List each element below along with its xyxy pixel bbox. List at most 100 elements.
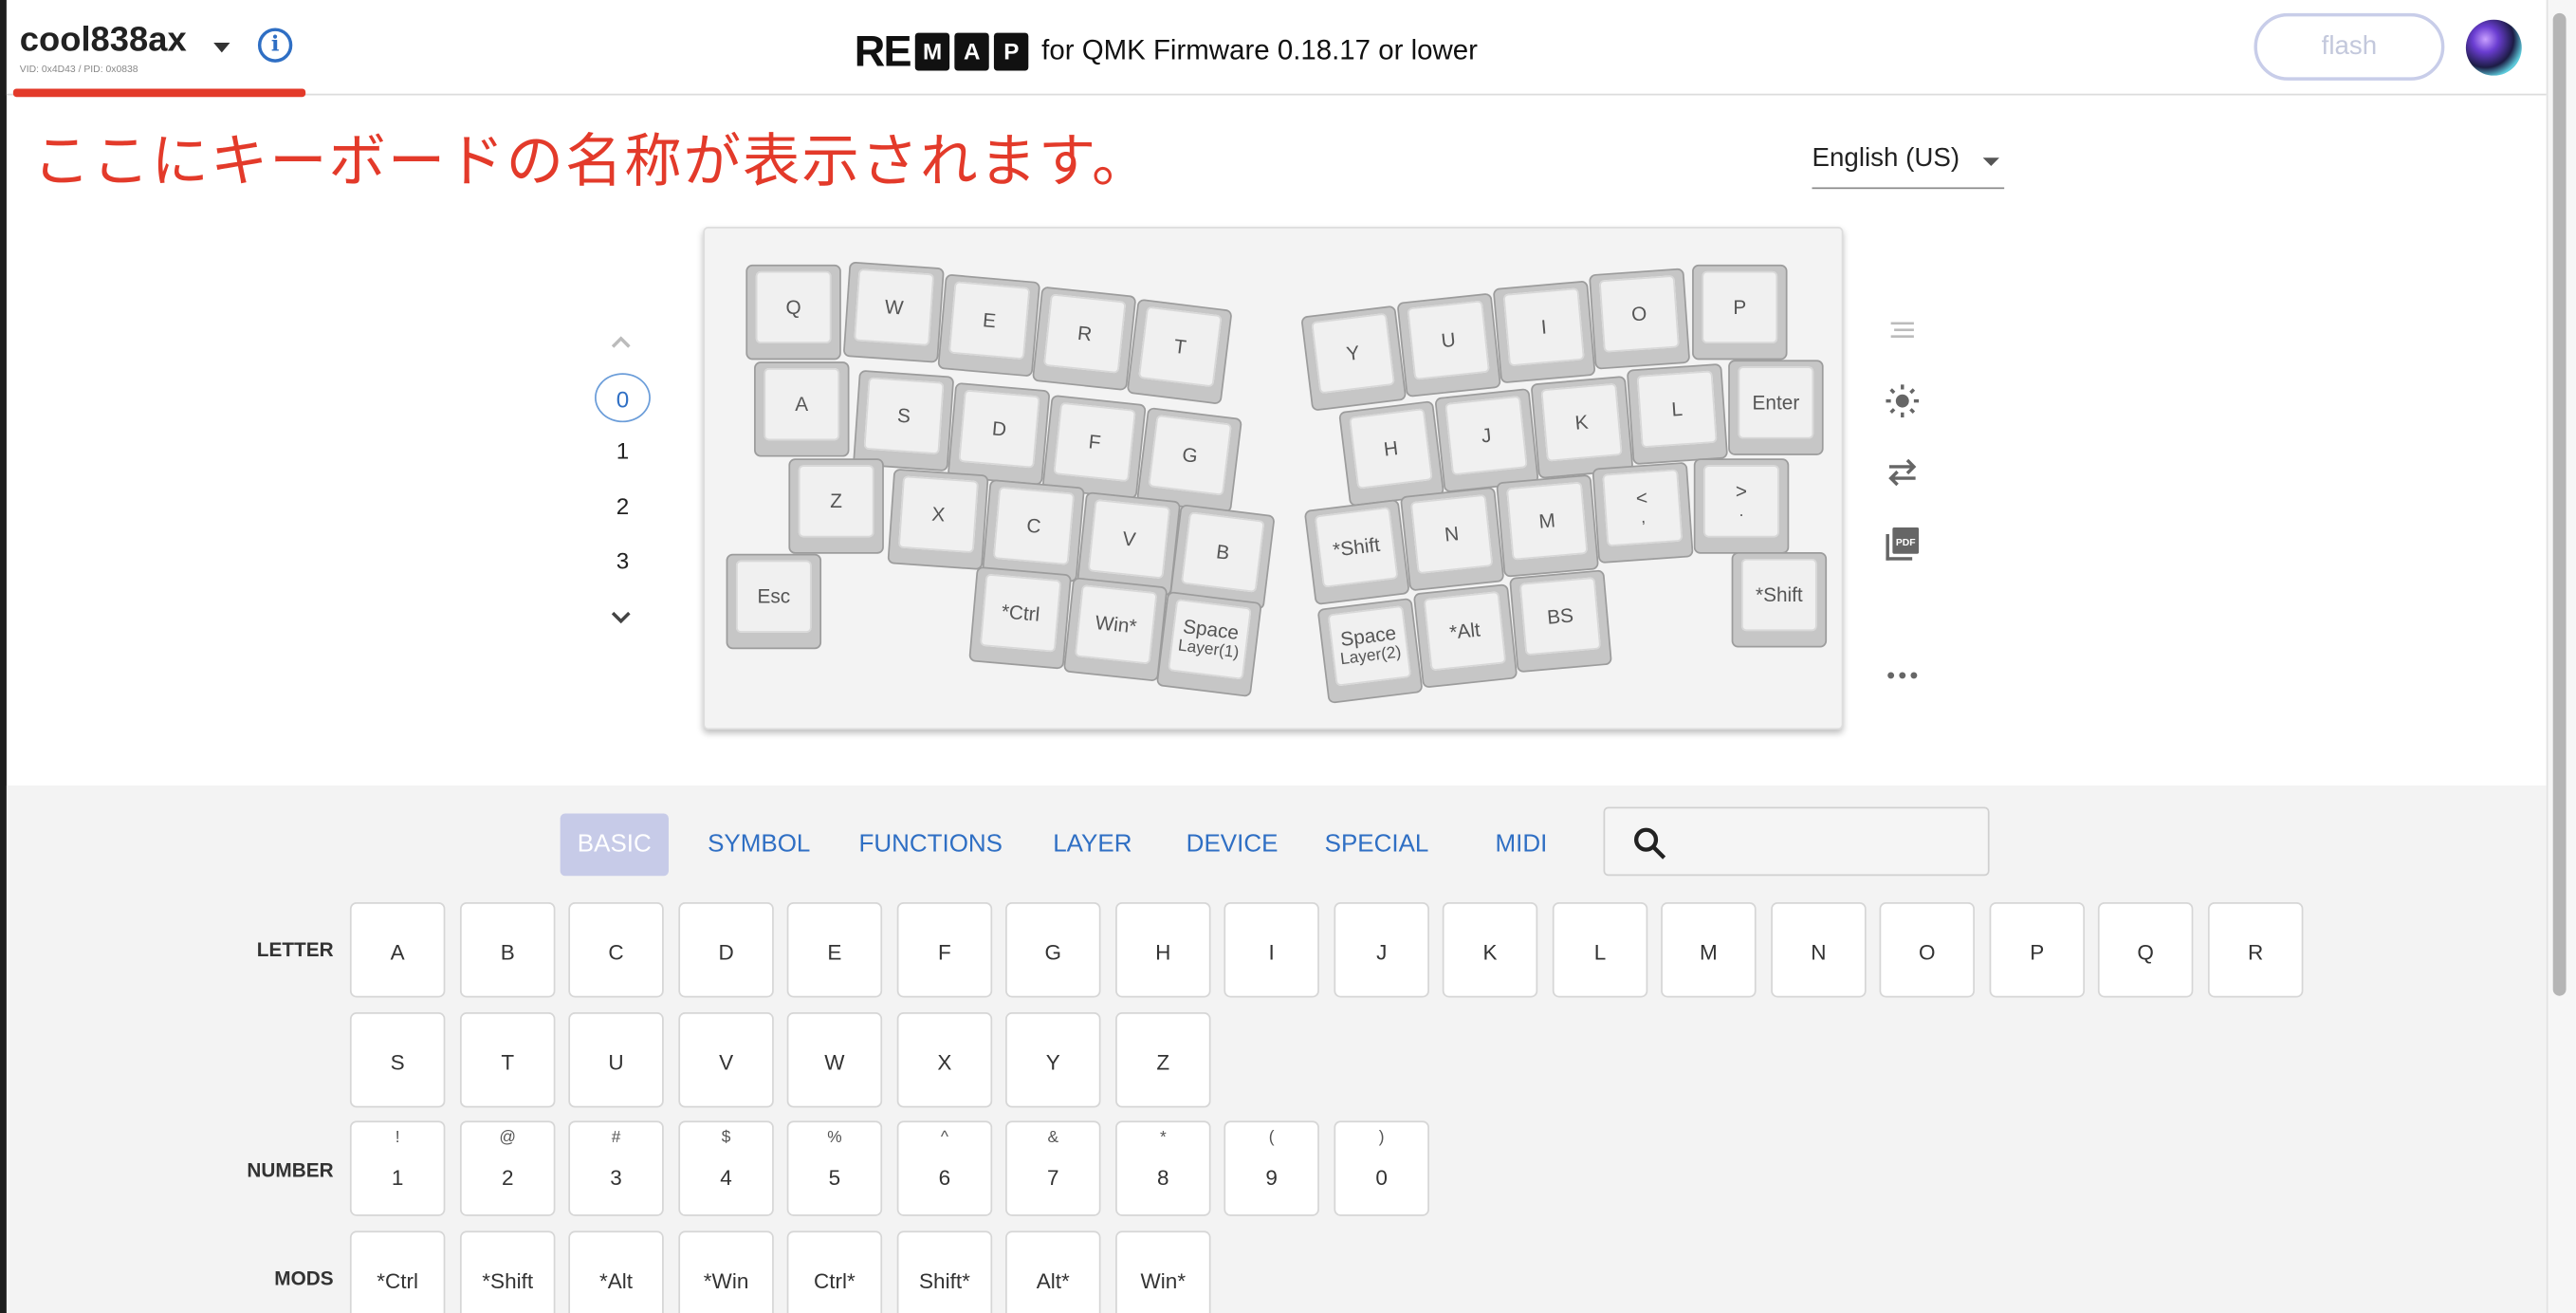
palette-key[interactable]: K [1442,901,1538,998]
palette-key[interactable]: Z [1115,1012,1211,1108]
tab-functions[interactable]: FUNCTIONS [855,813,1007,876]
palette-key[interactable]: Ctrl* [786,1230,883,1313]
layer-2-button[interactable]: 2 [595,482,651,531]
palette-key[interactable]: T [459,1012,556,1108]
palette-key[interactable]: D [678,901,774,998]
palette-key[interactable]: *Alt [568,1230,664,1313]
brightness-icon[interactable] [1881,379,1923,422]
palette-key[interactable]: #3 [568,1120,664,1216]
text-lines-icon[interactable] [1881,309,1923,352]
tab-special[interactable]: SPECIAL [1319,813,1434,876]
keycode-search[interactable] [1603,806,1990,877]
palette-key[interactable]: U [568,1012,664,1108]
palette-key[interactable]: H [1115,901,1211,998]
palette-key[interactable]: *Win [678,1230,774,1313]
keyboard-name[interactable]: cool838ax [20,22,187,62]
key[interactable]: Q [745,264,841,361]
key[interactable]: X [887,468,989,570]
palette-key[interactable]: Win* [1115,1230,1211,1313]
palette-key[interactable]: F [896,901,993,998]
tab-basic[interactable]: BASIC [560,813,669,877]
palette-key[interactable]: Y [1005,1012,1101,1108]
layer-3-button[interactable]: 3 [595,536,651,585]
palette-key[interactable]: *Ctrl [349,1230,446,1313]
palette-key[interactable]: $4 [678,1120,774,1216]
palette-key[interactable]: A [349,901,446,998]
key[interactable]: C [982,479,1085,583]
key[interactable]: N [1399,486,1505,592]
palette-key[interactable]: C [568,901,664,998]
palette-key[interactable]: E [786,901,883,998]
key[interactable]: <, [1592,461,1694,564]
key[interactable]: M [1496,473,1600,578]
key[interactable]: Space Layer(2) [1316,597,1424,704]
tab-symbol[interactable]: SYMBOL [703,813,815,876]
chevron-down-icon[interactable] [610,606,633,629]
palette-key[interactable]: ! 1 [349,1120,446,1216]
palette-key[interactable]: O [1879,901,1975,998]
key[interactable]: K [1530,375,1634,479]
palette-key[interactable]: M [1661,901,1757,998]
pdf-icon[interactable]: PDF [1881,523,1923,565]
key[interactable]: T [1126,298,1233,405]
tab-layer[interactable]: LAYER [1046,813,1138,876]
key[interactable]: P [1692,264,1788,361]
key[interactable]: A [754,361,850,457]
user-avatar[interactable] [2465,19,2522,76]
key[interactable]: F [1041,394,1147,500]
palette-key[interactable]: R [2207,901,2304,998]
key[interactable]: U [1396,292,1501,398]
key[interactable]: G [1136,407,1243,513]
flash-button[interactable]: flash [2254,12,2445,81]
key[interactable]: J [1434,388,1539,493]
key[interactable]: *Alt [1412,583,1518,689]
palette-key[interactable]: & 7 [1005,1120,1101,1216]
palette-key[interactable]: S [349,1012,446,1108]
key[interactable]: BS [1509,569,1612,674]
key[interactable]: H [1338,400,1445,508]
palette-key[interactable]: ) 0 [1334,1120,1429,1216]
palette-key[interactable]: J [1334,901,1429,998]
scrollbar-thumb[interactable] [2552,12,2567,996]
search-input[interactable] [1684,818,1977,865]
palette-key[interactable]: @2 [459,1120,556,1216]
palette-key[interactable]: G [1005,901,1101,998]
tab-midi[interactable]: MIDI [1481,813,1560,876]
key[interactable]: E [937,273,1041,378]
key[interactable]: W [842,261,945,363]
palette-key[interactable]: Q [2097,901,2194,998]
caret-down-icon[interactable] [213,43,230,53]
key[interactable]: I [1492,280,1596,384]
palette-key[interactable]: % 5 [786,1120,883,1216]
key[interactable]: Space Layer(1) [1155,591,1262,698]
key[interactable]: Enter [1728,360,1824,455]
key[interactable]: R [1031,286,1137,392]
palette-key[interactable]: N [1771,901,1867,998]
tab-device[interactable]: DEVICE [1181,813,1282,876]
key[interactable]: *Shift [1303,499,1410,606]
palette-key[interactable]: * 8 [1115,1120,1211,1216]
palette-key[interactable]: *Shift [459,1230,556,1313]
palette-key[interactable]: P [1989,901,2086,998]
key[interactable]: Z [788,458,884,554]
key[interactable]: L [1626,362,1729,466]
palette-key[interactable]: X [896,1012,993,1108]
swap-arrows-icon[interactable] [1881,451,1923,493]
layer-0-button[interactable]: 0 [595,373,651,423]
palette-key[interactable]: (9 [1224,1120,1319,1216]
palette-key[interactable]: V [678,1012,774,1108]
key[interactable]: *Ctrl [968,565,1073,670]
language-select[interactable]: English (US) [1812,135,2005,190]
palette-key[interactable]: ^ 6 [896,1120,993,1216]
palette-key[interactable]: Alt* [1005,1230,1101,1313]
palette-key[interactable]: L [1552,901,1648,998]
key[interactable]: O [1589,268,1691,370]
palette-key[interactable]: I [1224,901,1319,998]
key[interactable]: Win* [1062,577,1168,682]
key[interactable]: Y [1300,305,1408,412]
key[interactable]: Esc [726,553,822,650]
layer-1-button[interactable]: 1 [595,426,651,475]
palette-key[interactable]: Shift* [896,1230,993,1313]
palette-key[interactable]: B [459,901,556,998]
key[interactable]: >. [1693,458,1790,554]
